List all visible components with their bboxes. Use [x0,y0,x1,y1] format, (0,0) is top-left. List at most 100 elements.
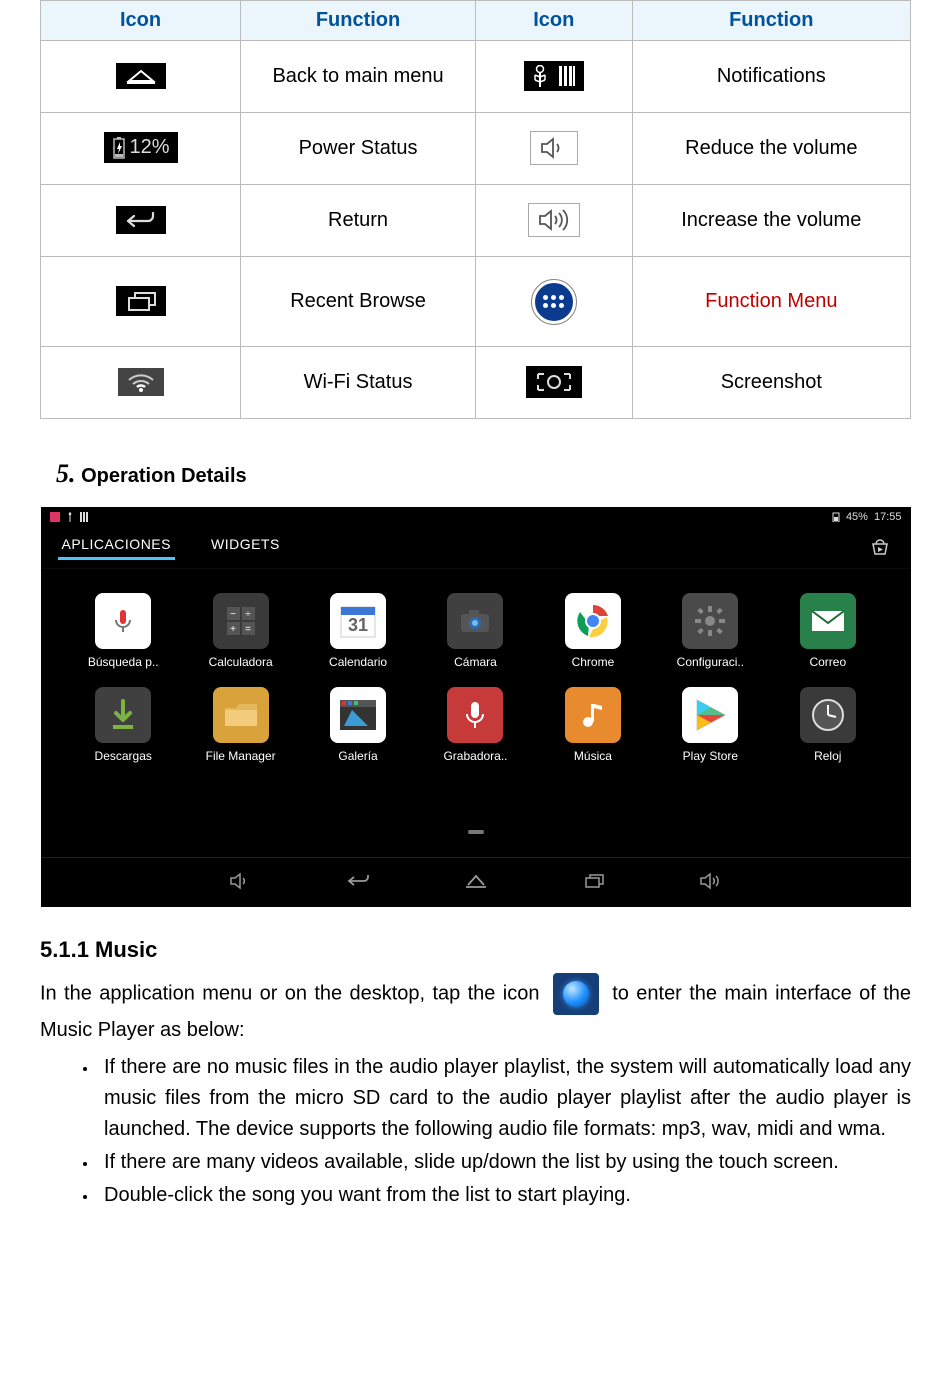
app-tile: 31 [330,593,386,649]
status-battery-pct: 45% [846,511,868,523]
nav-vol-up-icon[interactable] [698,870,726,892]
music-intro: In the application menu or on the deskto… [40,973,911,1046]
screenshot-icon [526,366,582,398]
nav-bar [42,857,910,906]
app-galer-a[interactable]: Galería [302,687,413,763]
app-label: Galería [338,749,377,763]
status-bar: 45% 17:55 [42,508,910,526]
app-tile [682,687,738,743]
app-label: Música [574,749,612,763]
app-tile [682,593,738,649]
func-increase-volume: Increase the volume [632,185,910,257]
app-play-store[interactable]: Play Store [655,687,766,763]
app-label: Búsqueda p.. [88,655,159,669]
list-item: Double-click the song you want from the … [98,1180,911,1211]
svg-text:+: + [230,624,236,635]
apps-grid: Búsqueda p..−÷+=Calculadora31CalendarioC… [42,569,910,813]
tab-apps[interactable]: APLICACIONES [62,536,171,558]
app-reloj[interactable]: Reloj [772,687,883,763]
header-function-1: Function [241,1,476,41]
func-recent-browse: Recent Browse [241,257,476,347]
header-icon-2: Icon [475,1,632,41]
status-bars-icon [80,512,88,522]
music-intro-before: In the application menu or on the deskto… [40,982,547,1004]
wifi-icon [118,368,164,396]
app-label: Descargas [95,749,152,763]
app-tile [565,593,621,649]
home-icon [116,63,166,89]
app-tile [95,593,151,649]
nav-home-icon[interactable] [462,870,490,892]
section-5-heading: 5. Operation Details [56,459,911,489]
app-correo[interactable]: Correo [772,593,883,669]
notifications-icon [524,61,584,91]
app-tile [95,687,151,743]
func-return: Return [241,185,476,257]
function-menu-icon [532,280,576,324]
section-num: 5. [56,459,76,488]
status-battery-icon [832,512,840,522]
app-label: Cámara [454,655,497,669]
app-calculadora[interactable]: −÷+=Calculadora [185,593,296,669]
app-tile [447,687,503,743]
music-heading: 5.1.1 Music [40,937,911,963]
table-row: Return Increase the volume [41,185,911,257]
app-label: Configuraci.. [677,655,744,669]
app-label: Calculadora [209,655,273,669]
nav-recent-icon[interactable] [580,870,608,892]
app-tile [800,687,856,743]
nav-vol-down-icon[interactable] [226,870,254,892]
app-c-mara[interactable]: Cámara [420,593,531,669]
header-function-2: Function [632,1,910,41]
app-m-sica[interactable]: Música [537,687,648,763]
section-title: Operation Details [81,465,247,487]
page-indicator [42,813,910,857]
tablet-screenshot: 45% 17:55 APLICACIONES WIDGETS Búsqueda … [41,507,911,907]
func-power-status: Power Status [241,113,476,185]
app-tile [213,687,269,743]
svg-text:=: = [245,624,251,635]
status-note-icon [50,512,60,522]
app-tile [800,593,856,649]
func-screenshot: Screenshot [632,347,910,419]
battery-icon: 12% [104,132,178,163]
app-b-squeda-p-[interactable]: Búsqueda p.. [68,593,179,669]
app-label: File Manager [206,749,276,763]
app-descargas[interactable]: Descargas [68,687,179,763]
status-usb-icon [66,512,74,522]
return-icon [116,206,166,234]
app-grabadora-[interactable]: Grabadora.. [420,687,531,763]
app-tile: −÷+= [213,593,269,649]
svg-text:−: − [230,609,236,620]
volume-up-icon [528,203,580,237]
app-tile [447,593,503,649]
music-app-icon [553,973,599,1015]
app-chrome[interactable]: Chrome [537,593,648,669]
app-label: Correo [809,655,846,669]
func-reduce-volume: Reduce the volume [632,113,910,185]
header-icon-1: Icon [41,1,241,41]
app-calendario[interactable]: 31 Calendario [302,593,413,669]
icon-function-table: Icon Function Icon Function Back to main… [40,0,911,419]
svg-text:31: 31 [348,615,368,635]
drawer-tabs: APLICACIONES WIDGETS [42,526,910,569]
func-wifi-status: Wi-Fi Status [241,347,476,419]
recent-icon [116,286,166,316]
app-file-manager[interactable]: File Manager [185,687,296,763]
store-icon[interactable] [870,538,890,556]
status-time: 17:55 [874,511,902,523]
table-row: Recent Browse Function Menu [41,257,911,347]
list-item: If there are many videos available, slid… [98,1147,911,1178]
app-label: Reloj [814,749,841,763]
list-item: If there are no music files in the audio… [98,1052,911,1145]
app-label: Calendario [329,655,387,669]
nav-back-icon[interactable] [344,870,372,892]
func-function-menu: Function Menu [632,257,910,347]
app-label: Chrome [572,655,615,669]
app-configuraci-[interactable]: Configuraci.. [655,593,766,669]
app-label: Play Store [683,749,738,763]
app-tile [565,687,621,743]
tab-widgets[interactable]: WIDGETS [211,536,280,558]
table-row: 12% Power Status Reduce the volume [41,113,911,185]
table-row: Back to main menu Notifications [41,41,911,113]
